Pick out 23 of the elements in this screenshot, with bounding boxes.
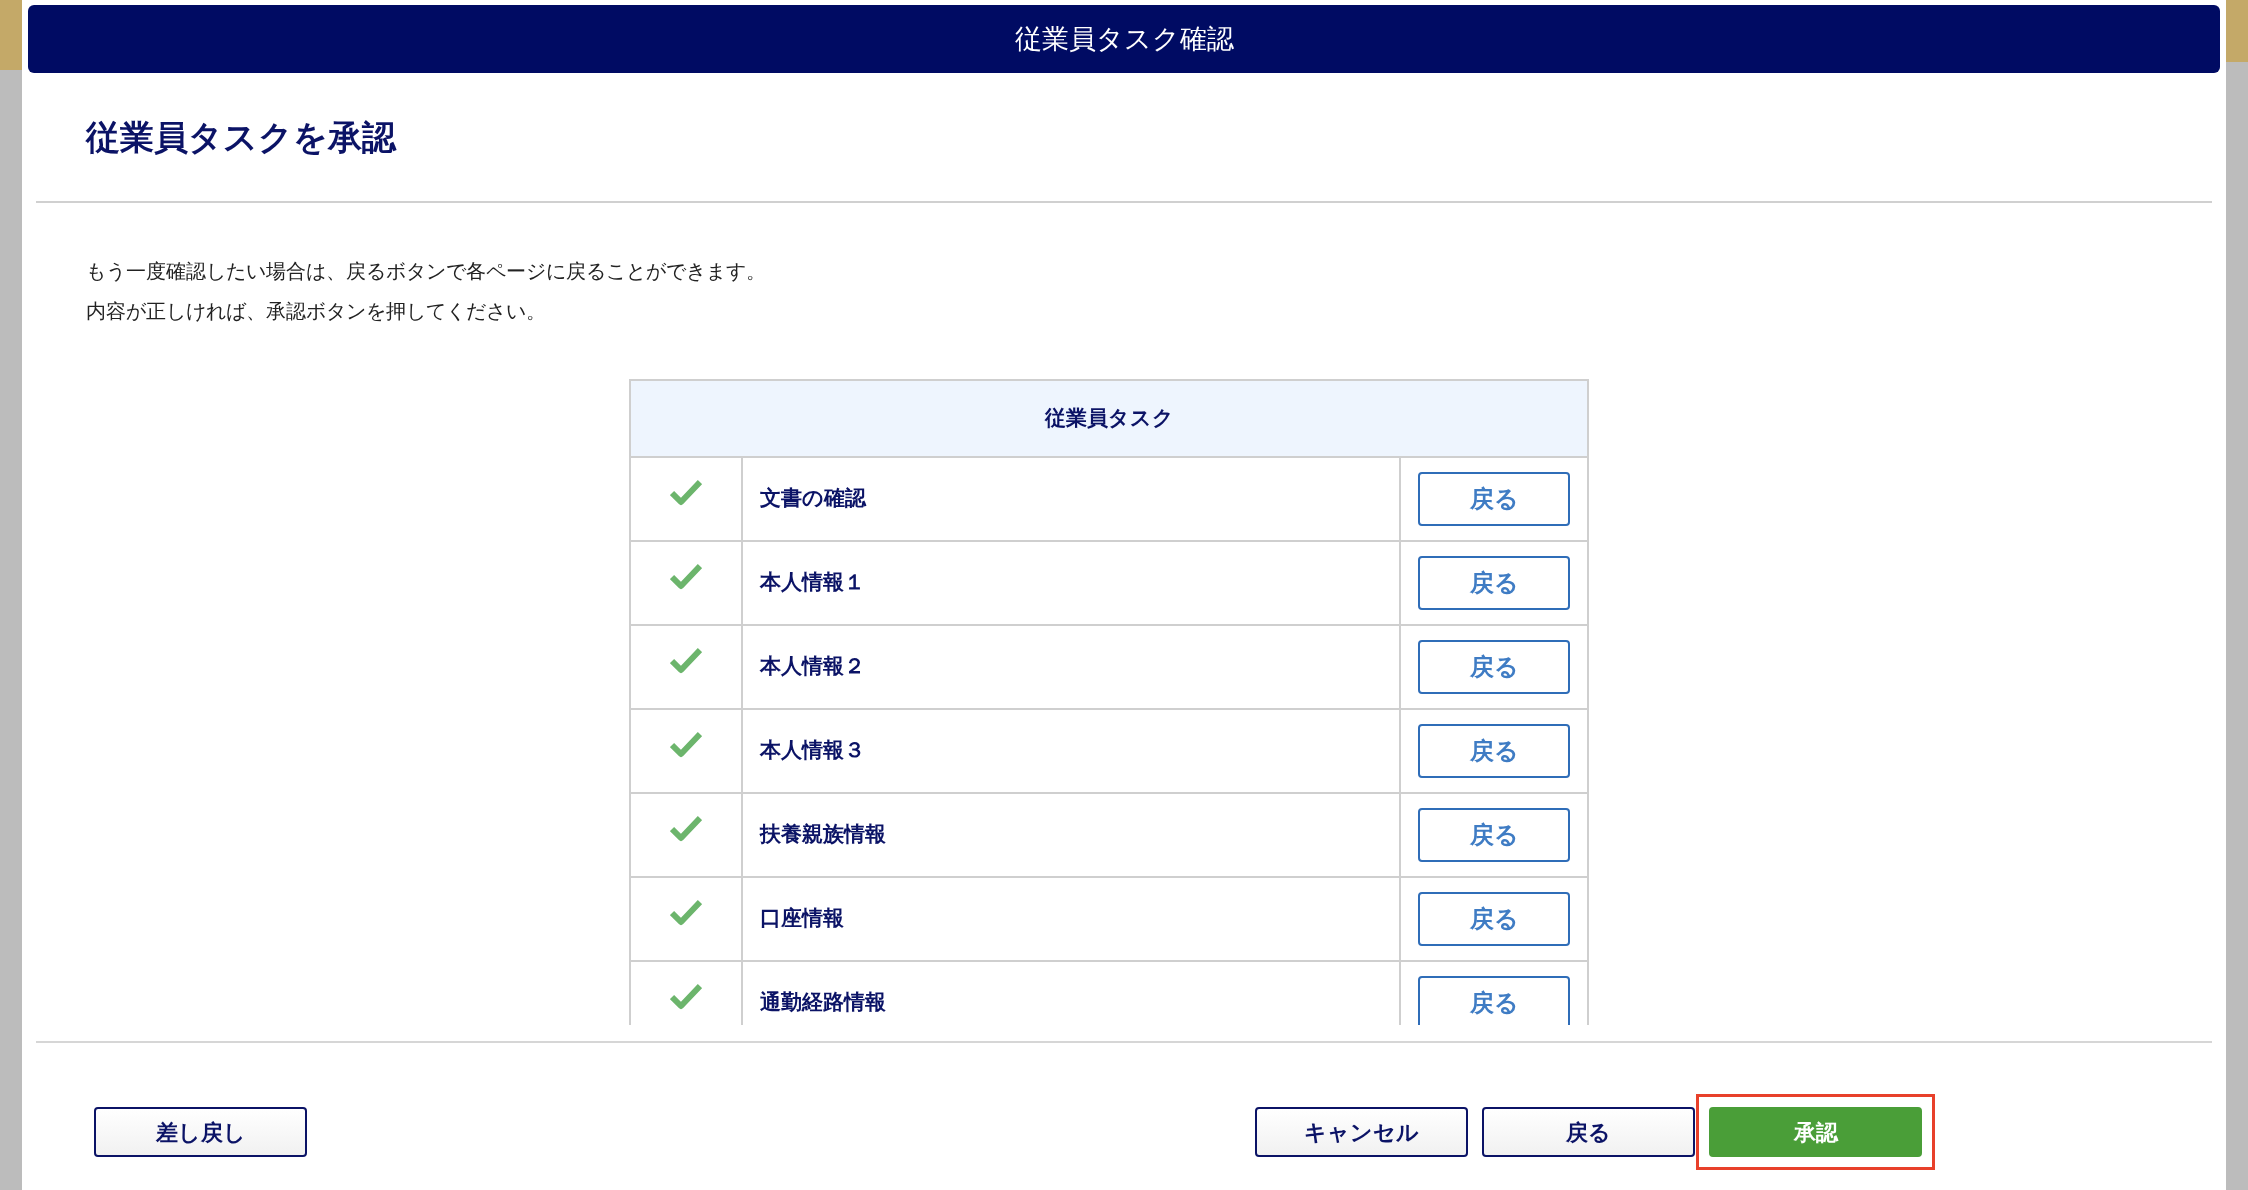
back-button[interactable]: 戻る (1418, 976, 1570, 1025)
page-heading: 従業員タスクを承認 (86, 115, 396, 159)
back-button[interactable]: 戻る (1418, 808, 1570, 862)
approve-button[interactable]: 承認 (1709, 1107, 1922, 1157)
footer-button[interactable]: 差し戻し (94, 1107, 307, 1157)
task-label: 扶養親族情報 (760, 821, 886, 849)
back-button[interactable]: 戻る (1418, 724, 1570, 778)
task-label: 口座情報 (760, 905, 844, 933)
instruction-text: 内容が正しければ、承認ボタンを押してください。 (86, 298, 547, 325)
instruction-text: もう一度確認したい場合は、戻るボタンで各ページに戻ることができます。 (86, 258, 767, 285)
dialog-title: 従業員タスク確認 (1014, 21, 1234, 56)
footer-button[interactable]: キャンセル (1255, 1107, 1468, 1157)
footer-button[interactable]: 戻る (1482, 1107, 1695, 1157)
task-label: 本人情報３ (760, 737, 865, 765)
back-button[interactable]: 戻る (1418, 472, 1570, 526)
back-button[interactable]: 戻る (1418, 892, 1570, 946)
table-header-text: 従業員タスク (1044, 404, 1174, 432)
back-button[interactable]: 戻る (1418, 556, 1570, 610)
task-label: 通勤経路情報 (760, 989, 886, 1017)
task-label: 本人情報２ (760, 653, 865, 681)
back-button[interactable]: 戻る (1418, 640, 1570, 694)
task-label: 本人情報１ (760, 569, 865, 597)
task-label: 文書の確認 (760, 485, 866, 513)
